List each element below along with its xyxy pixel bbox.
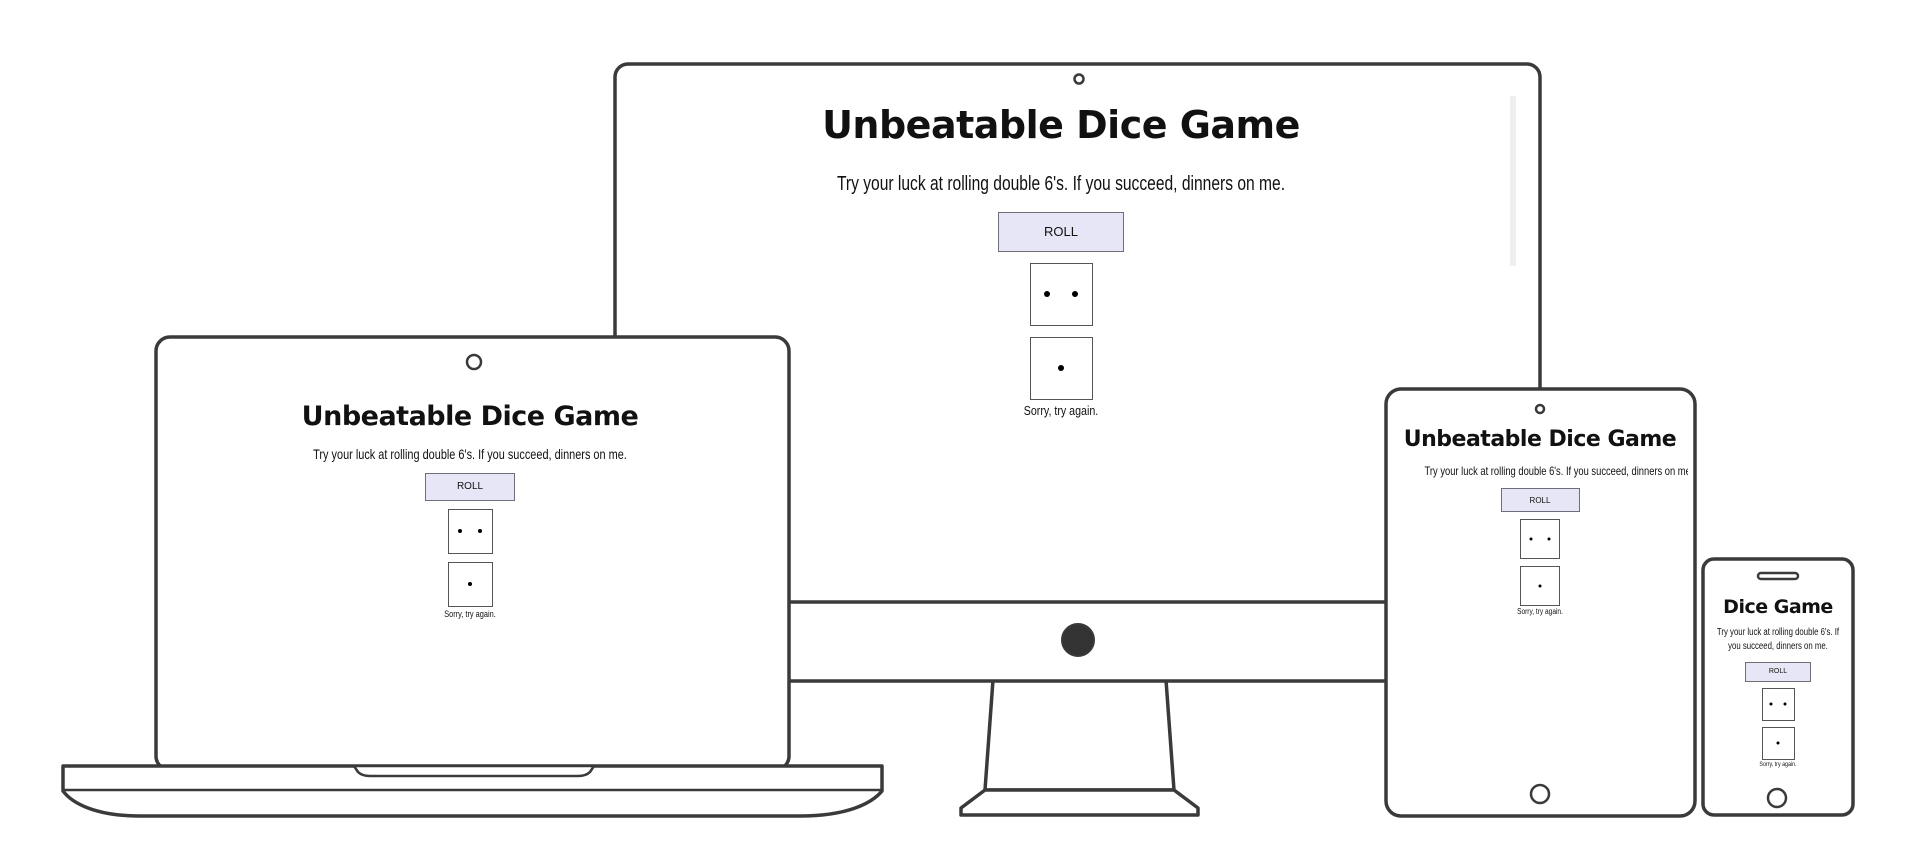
monitor-stand: [983, 678, 1176, 792]
desktop-scrollbar-shadow: [1510, 96, 1516, 266]
die-two: [1029, 336, 1093, 400]
page-title: Unbeatable Dice Game: [822, 105, 1300, 147]
page-title: Unbeatable Dice Game: [1403, 428, 1677, 452]
result-message: Sorry, try again.: [444, 608, 496, 619]
laptop-screen: Unbeatable Dice Game Try your luck at ro…: [160, 402, 780, 652]
die-two: [447, 561, 493, 607]
monitor-camera: [1073, 73, 1085, 85]
die-one: [1761, 687, 1795, 721]
phone-speaker: [1756, 571, 1800, 581]
desktop-screen: Unbeatable Dice Game Try your luck at ro…: [616, 105, 1506, 445]
result-message: Sorry, try again.: [1759, 760, 1797, 768]
die-pip: [1538, 584, 1542, 588]
page-title: Dice Game: [1723, 597, 1833, 618]
die-pip: [468, 582, 472, 587]
tablet-screen: Unbeatable Dice Game Try your luck at ro…: [1392, 428, 1688, 648]
die-pip: [1529, 537, 1533, 541]
die-one: [447, 508, 493, 554]
die-two: [1761, 726, 1795, 760]
laptop-camera: [465, 353, 483, 371]
roll-button[interactable]: ROLL: [998, 211, 1124, 252]
monitor-stand-base: [959, 788, 1200, 817]
die-pip: [477, 529, 482, 534]
tagline: Try your luck at rolling double 6's. If …: [313, 445, 627, 462]
roll-button[interactable]: ROLL: [1745, 661, 1811, 682]
result-message: Sorry, try again.: [1517, 607, 1563, 617]
roll-button[interactable]: ROLL: [425, 472, 515, 501]
tablet-camera: [1534, 403, 1546, 415]
result-message: Sorry, try again.: [1023, 402, 1099, 418]
tagline: Try your luck at rolling double 6's. If …: [1716, 626, 1840, 653]
die-pip: [458, 529, 463, 534]
roll-button[interactable]: ROLL: [1500, 488, 1580, 513]
monitor-power-button: [1061, 623, 1095, 657]
die-pip: [1547, 537, 1551, 541]
die-pip: [1058, 365, 1064, 372]
die-one: [1029, 262, 1093, 326]
tagline: Try your luck at rolling double 6's. If …: [836, 172, 1286, 195]
tagline: Try your luck at rolling double 6's. If …: [1424, 464, 1688, 479]
die-pip: [1769, 702, 1773, 706]
laptop-notch: [352, 764, 596, 778]
phone-home-button: [1766, 787, 1788, 809]
page-title: Unbeatable Dice Game: [301, 402, 639, 432]
tablet-home-button: [1529, 783, 1551, 805]
phone-screen: Dice Game Try your luck at rolling doubl…: [1708, 597, 1848, 787]
die-pip: [1072, 291, 1079, 298]
die-one: [1520, 519, 1560, 560]
die-pip: [1776, 741, 1780, 745]
die-pip: [1783, 702, 1787, 706]
die-pip: [1043, 291, 1050, 298]
die-two: [1520, 566, 1560, 607]
